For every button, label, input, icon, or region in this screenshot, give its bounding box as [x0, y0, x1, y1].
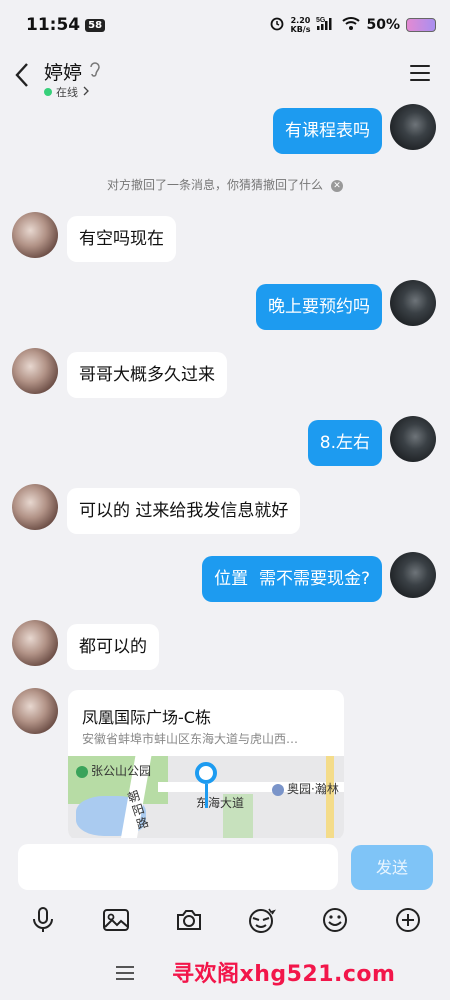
- incoming-message[interactable]: 有空吗现在: [67, 216, 176, 262]
- outgoing-message[interactable]: 8.左右: [307, 420, 382, 466]
- outgoing-message[interactable]: 晚上要预约吗: [256, 284, 382, 330]
- contact-avatar[interactable]: [12, 348, 58, 394]
- map-label-park: 张公山公园: [76, 762, 151, 779]
- microphone-icon[interactable]: [28, 905, 58, 935]
- outgoing-message[interactable]: 有课程表吗: [273, 108, 382, 154]
- image-icon[interactable]: [101, 905, 131, 935]
- location-address: 安徽省蚌埠市蚌山区东海大道与虎山西…: [82, 732, 299, 746]
- message-list[interactable]: 有课程表吗 对方撤回了一条消息，你猜猜撤回了什么 ✕ 有空吗现在 晚上要预约吗 哥…: [0, 104, 450, 838]
- signal-icon: 5G: [316, 15, 336, 35]
- ear-icon: [88, 60, 102, 82]
- recall-notice-text: 对方撤回了一条消息，你猜猜撤回了什么: [106, 178, 323, 192]
- more-menu-icon[interactable]: [410, 65, 430, 83]
- chat-header: 婷婷 在线: [0, 52, 450, 102]
- svg-text:5G: 5G: [316, 17, 326, 24]
- back-icon[interactable]: [14, 62, 34, 92]
- input-toolbar: [0, 900, 450, 940]
- location-title: 凤凰国际广场-C栋: [82, 708, 211, 727]
- nav-menu-icon[interactable]: [116, 966, 134, 984]
- status-icons: 2.20 KB/s 5G 50%: [269, 15, 436, 35]
- incoming-message[interactable]: 哥哥大概多久过来: [67, 352, 227, 398]
- location-card[interactable]: 凤凰国际广场-C栋 安徽省蚌埠市蚌山区东海大道与虎山西… 张公山公园 朝阳路 东…: [68, 690, 344, 838]
- my-avatar[interactable]: [390, 104, 436, 150]
- wifi-icon: [342, 15, 361, 35]
- input-bar: 发送: [0, 838, 450, 900]
- battery-icon: [406, 18, 436, 32]
- battery-percent: 50%: [366, 17, 400, 33]
- camera-icon[interactable]: [174, 905, 204, 935]
- online-status[interactable]: 在线: [44, 84, 90, 100]
- contact-name[interactable]: 婷婷: [44, 58, 82, 85]
- watermark: 寻欢阁xhg521.com: [172, 962, 396, 987]
- online-dot: [44, 88, 52, 96]
- sticker-icon[interactable]: [247, 905, 277, 935]
- notification-badge: 58: [85, 18, 106, 32]
- plus-icon[interactable]: [393, 905, 423, 935]
- my-avatar[interactable]: [390, 280, 436, 326]
- location-map[interactable]: 张公山公园 朝阳路 东海大道 奥园·瀚林: [68, 756, 344, 838]
- system-nav-bar: 寻欢阁xhg521.com: [0, 946, 450, 1000]
- online-label: 在线: [56, 86, 78, 99]
- incoming-message[interactable]: 都可以的: [67, 624, 159, 670]
- contact-avatar[interactable]: [12, 688, 58, 734]
- my-avatar[interactable]: [390, 416, 436, 462]
- contact-avatar[interactable]: [12, 484, 58, 530]
- alarm-icon: [269, 15, 285, 35]
- recall-notice: 对方撤回了一条消息，你猜猜撤回了什么 ✕: [0, 176, 450, 193]
- send-button[interactable]: 发送: [351, 845, 433, 890]
- map-pin-icon: [195, 762, 217, 784]
- status-time: 11:54: [26, 15, 81, 35]
- status-bar: 11:54 58 2.20 KB/s 5G 50%: [0, 0, 450, 50]
- map-label-poi: 奥园·瀚林: [272, 780, 339, 797]
- close-icon[interactable]: ✕: [331, 179, 343, 192]
- net-speed: 2.20 KB/s: [290, 16, 311, 34]
- incoming-message[interactable]: 可以的 过来给我发信息就好: [67, 488, 301, 534]
- contact-avatar[interactable]: [12, 620, 58, 666]
- camera-poi-icon: [76, 765, 88, 778]
- message-input[interactable]: [18, 844, 338, 890]
- chevron-right-icon: [82, 86, 90, 99]
- emoji-icon[interactable]: [320, 905, 350, 935]
- outgoing-message[interactable]: 位置 需不需要现金?: [202, 556, 382, 602]
- my-avatar[interactable]: [390, 552, 436, 598]
- map-label-road-b: 东海大道: [196, 796, 245, 810]
- contact-avatar[interactable]: [12, 212, 58, 258]
- poi-icon: [272, 783, 284, 796]
